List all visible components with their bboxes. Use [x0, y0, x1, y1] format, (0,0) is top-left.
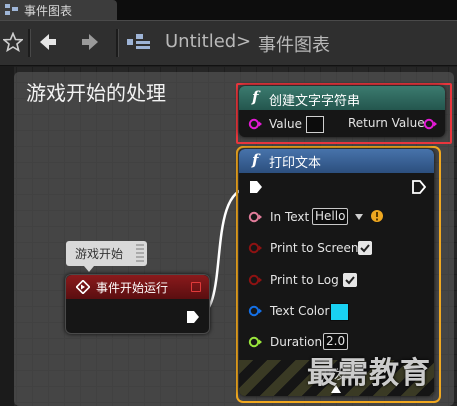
begin-play-comment-bubble[interactable]: 游戏开始	[66, 241, 147, 272]
bool-pin-screen[interactable]	[248, 242, 262, 254]
exec-output-pin[interactable]	[412, 180, 426, 194]
linear-color-pin[interactable]	[248, 305, 262, 317]
exec-input-pin[interactable]	[249, 180, 263, 194]
begin-play-title: 事件开始运行	[96, 281, 169, 295]
in-text-label: In Text	[270, 210, 310, 224]
string-input-pin[interactable]	[248, 118, 262, 130]
text-input-pin[interactable]	[248, 211, 262, 223]
print-text-title: 打印文本	[269, 156, 322, 171]
duration-label: Duration	[270, 335, 323, 349]
print-to-screen-label: Print to Screen	[270, 241, 359, 255]
watermark: 最需教育	[307, 356, 431, 391]
value-input[interactable]	[306, 116, 324, 133]
print-to-log-checkbox[interactable]	[343, 273, 357, 287]
build-string-header: f 创建文字字符串	[239, 86, 445, 110]
print-to-log-label: Print to Log	[270, 273, 339, 287]
build-string-node[interactable]: f 创建文字字符串 Value Return Value	[239, 86, 445, 137]
text-color-swatch[interactable]	[330, 303, 349, 321]
float-pin[interactable]	[248, 336, 262, 348]
localization-icon[interactable]	[370, 209, 384, 223]
in-text-input[interactable]: Hello	[312, 208, 349, 225]
begin-play-header: 事件开始运行	[66, 275, 209, 299]
bubble-grip	[136, 244, 144, 262]
function-icon: f	[252, 88, 259, 106]
return-value-label: Return Value	[348, 116, 425, 130]
begin-play-node[interactable]: 事件开始运行	[65, 274, 210, 334]
print-text-header: f 打印文本	[239, 149, 434, 173]
print-to-screen-checkbox[interactable]	[358, 241, 372, 255]
bool-pin-log[interactable]	[248, 274, 262, 286]
event-icon	[76, 280, 90, 294]
string-output-pin[interactable]	[423, 118, 437, 130]
function-icon: f	[252, 151, 259, 169]
chevron-down-icon[interactable]	[354, 213, 364, 221]
begin-play-comment-text: 游戏开始	[75, 247, 124, 261]
value-label: Value	[269, 117, 302, 131]
text-color-label: Text Color	[270, 304, 330, 318]
exec-output-pin[interactable]	[186, 310, 200, 324]
build-string-title: 创建文字字符串	[269, 94, 361, 109]
output-delegate-pin[interactable]	[191, 282, 201, 292]
bubble-pointer	[84, 266, 94, 272]
